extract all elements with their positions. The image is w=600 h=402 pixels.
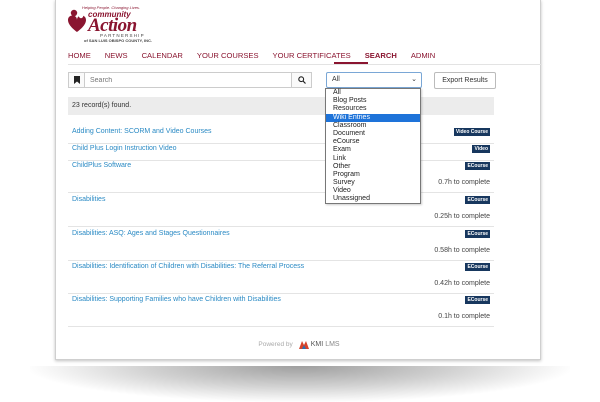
content-type-select[interactable]: All ⌄ [326, 72, 422, 88]
dropdown-option-survey[interactable]: Survey [326, 179, 420, 187]
result-type-badge: Video Course [453, 128, 490, 136]
result-row: Disabilities: Identification of Children… [68, 263, 494, 294]
dropdown-option-link[interactable]: Link [326, 155, 420, 163]
floor-shadow [30, 366, 570, 402]
dropdown-option-other[interactable]: Other [326, 163, 420, 171]
result-title[interactable]: Disabilities: ASQ: Ages and Stages Quest… [72, 230, 230, 237]
nav-news[interactable]: NEWS [105, 48, 128, 64]
dropdown-option-unassigned[interactable]: Unassigned [326, 195, 420, 203]
dropdown-option-resources[interactable]: Resources [326, 105, 420, 113]
dropdown-option-wiki-entries[interactable]: Wiki Entries [326, 113, 420, 122]
result-row: Adding Content: SCORM and Video Courses … [68, 128, 494, 144]
result-title[interactable]: Disabilities [72, 196, 105, 203]
nav-calendar[interactable]: CALENDAR [142, 48, 183, 64]
search-button[interactable] [292, 72, 312, 88]
content-type-selected: All [332, 76, 340, 83]
result-duration: 0.7h to complete [438, 179, 490, 186]
records-count-banner: 23 record(s) found. [68, 97, 494, 115]
result-type-badge: Video [472, 145, 490, 153]
heart-people-icon [68, 9, 86, 32]
chevron-down-icon: ⌄ [411, 76, 417, 83]
footer: Powered by KMI LMS [56, 338, 542, 350]
result-row: Disabilities: ASQ: Ages and Stages Quest… [68, 230, 494, 261]
result-title[interactable]: Child Plus Login Instruction Video [72, 145, 177, 152]
lms-text: LMS [325, 340, 340, 348]
dropdown-option-blog-posts[interactable]: Blog Posts [326, 97, 420, 105]
result-title[interactable]: Disabilities: Identification of Children… [72, 263, 304, 270]
result-title[interactable]: ChildPlus Software [72, 162, 131, 169]
nav-search[interactable]: SEARCH [365, 48, 397, 64]
result-type-badge: ECourse [465, 230, 490, 238]
dropdown-option-all[interactable]: All [326, 89, 420, 97]
screenshot-stage: Helping People. Changing Lives. communit… [0, 0, 600, 402]
result-row: Child Plus Login Instruction Video Video [68, 145, 494, 161]
result-type-badge: ECourse [465, 263, 490, 271]
dropdown-option-video[interactable]: Video [326, 187, 420, 195]
result-type-badge: ECourse [465, 296, 490, 304]
main-nav: HOME NEWS CALENDAR YOUR COURSES YOUR CER… [68, 48, 449, 64]
nav-home[interactable]: HOME [68, 48, 91, 64]
result-title[interactable]: Adding Content: SCORM and Video Courses [72, 128, 212, 135]
dropdown-option-classroom[interactable]: Classroom [326, 122, 420, 130]
result-row: ChildPlus Software ECourse 0.7h to compl… [68, 162, 494, 193]
bookmark-button[interactable] [68, 72, 84, 88]
nav-your-courses[interactable]: YOUR COURSES [197, 48, 259, 64]
result-type-badge: ECourse [465, 162, 490, 170]
result-type-badge: ECourse [465, 196, 490, 204]
search-icon [297, 76, 306, 84]
nav-admin[interactable]: ADMIN [411, 48, 435, 64]
kmi-logo-icon [298, 340, 309, 349]
kmi-text: KMI [310, 340, 324, 348]
nav-divider [68, 64, 542, 65]
dropdown-option-document[interactable]: Document [326, 130, 420, 138]
bookmark-icon [73, 76, 80, 84]
content-type-dropdown-list: All Blog Posts Resources Wiki Entries Cl… [325, 88, 421, 204]
brand-county: of SAN LUIS OBISPO COUNTY, INC. [84, 38, 153, 43]
brand-logo[interactable]: Helping People. Changing Lives. communit… [66, 2, 156, 43]
result-duration: 0.25h to complete [434, 213, 490, 220]
nav-active-indicator [334, 62, 368, 64]
app-window: Helping People. Changing Lives. communit… [55, 0, 542, 360]
result-row: Disabilities ECourse 0.25h to complete [68, 196, 494, 227]
result-row: Disabilities: Supporting Families who ha… [68, 296, 494, 327]
result-duration: 0.58h to complete [434, 247, 490, 254]
result-duration: 0.42h to complete [434, 280, 490, 287]
result-title[interactable]: Disabilities: Supporting Families who ha… [72, 296, 281, 303]
powered-by-label: Powered by [258, 340, 293, 348]
dropdown-option-exam[interactable]: Exam [326, 146, 420, 154]
export-results-button[interactable]: Export Results [434, 72, 496, 89]
kmi-lms-logo[interactable]: KMI LMS [298, 340, 340, 349]
dropdown-option-ecourse[interactable]: eCourse [326, 138, 420, 146]
search-input[interactable] [84, 72, 292, 88]
result-duration: 0.1h to complete [438, 313, 490, 320]
dropdown-option-program[interactable]: Program [326, 171, 420, 179]
